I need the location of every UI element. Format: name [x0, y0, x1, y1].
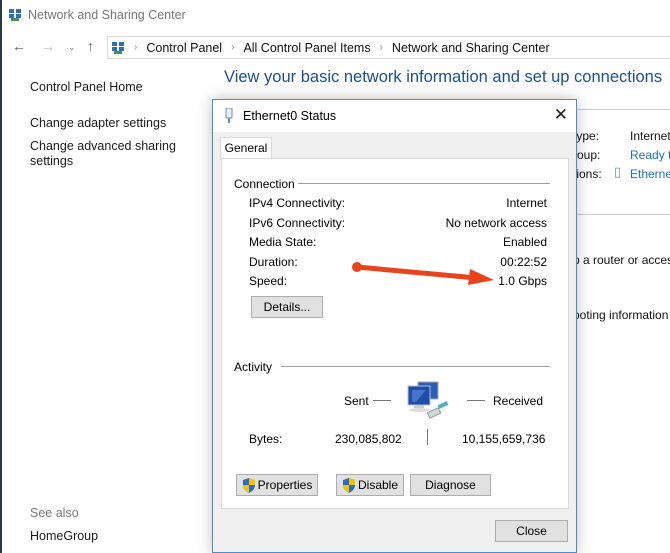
uac-shield-icon	[242, 477, 255, 493]
navigation-bar: ← → ⌄ ↑ › Control Panel › All Control Pa…	[0, 36, 670, 59]
ethernet-status-dialog: Ethernet0 Status ✕ General Connection IP…	[212, 99, 577, 553]
page-heading: View your basic network information and …	[224, 68, 663, 86]
homegroup-link[interactable]: Ready t	[630, 148, 670, 162]
general-panel: Connection IPv4 Connectivity: Internet I…	[221, 158, 569, 509]
annotation-arrow	[352, 262, 494, 285]
breadcrumb-current[interactable]: Network and Sharing Center	[392, 41, 550, 55]
recent-locations-chevron-icon[interactable]: ⌄	[68, 42, 76, 53]
breadcrumb-control-panel[interactable]: Control Panel	[146, 41, 222, 55]
details-button[interactable]: Details...	[251, 296, 323, 318]
breadcrumb-separator: ›	[379, 42, 383, 53]
close-icon[interactable]: ✕	[554, 105, 568, 125]
network-center-icon	[8, 8, 22, 22]
title-bar: Network and Sharing Center	[8, 6, 186, 24]
sidebar-change-adapter-settings[interactable]: Change adapter settings	[30, 116, 166, 130]
close-button[interactable]: Close	[495, 520, 568, 542]
forward-arrow-icon[interactable]: →	[41, 38, 55, 54]
annotation-arrow-tail	[352, 262, 362, 272]
sidebar-control-panel-home[interactable]: Control Panel Home	[30, 80, 143, 94]
breadcrumb-separator: ›	[231, 42, 235, 53]
bytes-received-value: 10,155,659,736	[462, 432, 546, 446]
disable-button[interactable]: Disable	[336, 474, 404, 496]
dialog-title-bar: Ethernet0 Status ✕	[213, 100, 576, 132]
up-arrow-icon[interactable]: ↑	[87, 38, 94, 54]
setup-router-link[interactable]: p a router or acces	[573, 253, 670, 267]
homegroup-label: roup:	[573, 148, 601, 162]
bytes-sent-value: 230,085,802	[335, 432, 402, 446]
breadcrumb-separator: ›	[134, 42, 138, 53]
connections-label: tions:	[573, 167, 602, 181]
sent-label: Sent	[344, 394, 369, 408]
annotation-arrow-head	[468, 269, 494, 285]
ethernet-plug-icon: ▯	[614, 164, 622, 179]
diagnose-button[interactable]: Diagnose	[410, 474, 491, 496]
sidebar-change-advanced-sharing[interactable]: Change advanced sharing settings	[30, 139, 180, 169]
see-also-label: See also	[30, 506, 79, 520]
ethernet-connection-link[interactable]: Etherne	[630, 167, 670, 181]
address-network-icon	[111, 41, 125, 55]
troubleshoot-link[interactable]: ooting information	[573, 308, 668, 322]
breadcrumb-all-items[interactable]: All Control Panel Items	[243, 41, 370, 55]
tab-general[interactable]: General	[220, 137, 272, 160]
group-divider	[281, 366, 550, 367]
uac-shield-icon	[342, 477, 355, 493]
network-computers-icon	[407, 381, 449, 419]
activity-group-label: Activity	[234, 360, 273, 374]
back-arrow-icon[interactable]: ←	[12, 38, 26, 54]
dialog-title: Ethernet0 Status	[243, 109, 337, 123]
window-title: Network and Sharing Center	[28, 8, 186, 22]
disable-label: Disable	[357, 478, 399, 492]
sent-line	[373, 400, 391, 401]
received-line	[467, 400, 485, 401]
properties-label: Properties	[257, 478, 313, 492]
received-label: Received	[493, 394, 544, 408]
sidebar-homegroup[interactable]: HomeGroup	[30, 529, 98, 543]
address-bar[interactable]: › Control Panel › All Control Panel Item…	[107, 36, 670, 59]
annotation-arrow-shaft	[354, 264, 480, 281]
ethernet-plug-icon	[225, 108, 233, 123]
properties-button[interactable]: Properties	[236, 474, 318, 496]
activity-divider	[427, 429, 428, 445]
access-type-value: Internet	[630, 129, 670, 143]
bytes-label: Bytes:	[249, 432, 283, 446]
window-edge	[0, 0, 2, 553]
